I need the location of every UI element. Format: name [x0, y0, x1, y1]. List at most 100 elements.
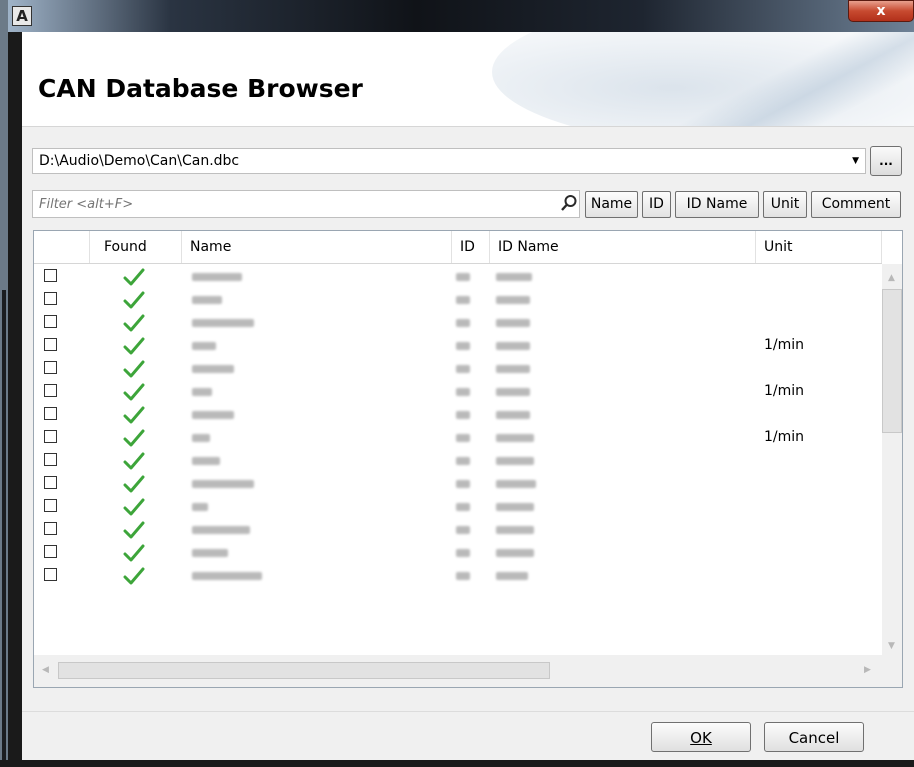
check-icon — [123, 452, 145, 470]
title-bar[interactable]: A x — [8, 0, 914, 32]
dialog-client: CAN Database Browser D:\Audio\Demo\Can\C… — [22, 32, 914, 760]
signal-id-redacted — [456, 319, 470, 327]
check-icon — [123, 498, 145, 516]
signal-id-redacted — [456, 365, 470, 373]
row-select-checkbox[interactable] — [44, 315, 57, 328]
row-select-checkbox[interactable] — [44, 338, 57, 351]
row-select-checkbox[interactable] — [44, 292, 57, 305]
row-select-checkbox[interactable] — [44, 269, 57, 282]
signal-id-redacted — [456, 457, 470, 465]
vertical-scroll-thumb[interactable] — [882, 289, 902, 433]
row-select-checkbox[interactable] — [44, 476, 57, 489]
signal-id-redacted — [456, 503, 470, 511]
table-row[interactable] — [34, 357, 882, 380]
table-row[interactable] — [34, 472, 882, 495]
check-icon — [123, 268, 145, 286]
table-row[interactable]: 1/min — [34, 426, 882, 449]
table-row[interactable]: 1/min — [34, 380, 882, 403]
dialog-title: CAN Database Browser — [38, 74, 363, 103]
signal-id-redacted — [456, 388, 470, 396]
column-header-unit[interactable]: Unit — [756, 231, 882, 263]
table-row[interactable] — [34, 311, 882, 334]
dialog-window: A x CAN Database Browser D:\Audio\Demo\C… — [0, 0, 914, 767]
scroll-up-icon[interactable]: ▲ — [888, 273, 895, 283]
signal-id-name-redacted — [496, 526, 534, 534]
row-select-checkbox[interactable] — [44, 407, 57, 420]
row-select-checkbox[interactable] — [44, 361, 57, 374]
browse-button[interactable]: ... — [870, 146, 902, 176]
table-row[interactable]: 1/min — [34, 334, 882, 357]
row-select-checkbox[interactable] — [44, 384, 57, 397]
signal-name-redacted — [192, 319, 254, 327]
signal-unit: 1/min — [764, 337, 805, 353]
signal-id-name-redacted — [496, 296, 530, 304]
row-select-checkbox[interactable] — [44, 568, 57, 581]
signal-name-redacted — [192, 296, 222, 304]
signal-id-name-redacted — [496, 342, 530, 350]
footer-separator — [22, 711, 914, 712]
scroll-left-icon[interactable]: ◀ — [42, 665, 49, 675]
check-icon — [123, 360, 145, 378]
signal-name-redacted — [192, 526, 250, 534]
row-select-checkbox[interactable] — [44, 453, 57, 466]
signal-name-redacted — [192, 388, 212, 396]
filter-id-name-button[interactable]: ID Name — [675, 191, 759, 218]
filter-id-button[interactable]: ID — [642, 191, 671, 218]
scroll-down-icon[interactable]: ▼ — [888, 641, 895, 651]
signal-id-redacted — [456, 434, 470, 442]
signal-id-redacted — [456, 572, 470, 580]
signal-unit: 1/min — [764, 429, 805, 445]
filter-input[interactable] — [32, 190, 580, 218]
file-path-combobox[interactable]: D:\Audio\Demo\Can\Can.dbc ▼ — [32, 148, 866, 174]
table-row[interactable] — [34, 265, 882, 288]
table-row[interactable] — [34, 288, 882, 311]
filter-comment-button[interactable]: Comment — [811, 191, 901, 218]
table-row[interactable] — [34, 403, 882, 426]
table-row[interactable] — [34, 495, 882, 518]
row-select-checkbox[interactable] — [44, 499, 57, 512]
dropdown-arrow-icon[interactable]: ▼ — [852, 149, 859, 173]
row-select-checkbox[interactable] — [44, 522, 57, 535]
column-header-select[interactable] — [34, 231, 90, 263]
signal-id-redacted — [456, 296, 470, 304]
check-icon — [123, 406, 145, 424]
file-path-value: D:\Audio\Demo\Can\Can.dbc — [39, 153, 240, 169]
row-select-checkbox[interactable] — [44, 545, 57, 558]
signal-id-redacted — [456, 342, 470, 350]
signal-name-redacted — [192, 457, 220, 465]
dialog-header: CAN Database Browser — [22, 32, 914, 127]
signal-name-redacted — [192, 365, 234, 373]
table-row[interactable] — [34, 541, 882, 564]
column-header-id[interactable]: ID — [452, 231, 490, 263]
search-icon[interactable] — [560, 194, 578, 212]
signal-name-redacted — [192, 342, 216, 350]
signal-id-name-redacted — [496, 480, 536, 488]
table-row[interactable] — [34, 564, 882, 587]
horizontal-scroll-thumb[interactable] — [58, 662, 550, 679]
column-header-id-name[interactable]: ID Name — [490, 231, 756, 263]
row-select-checkbox[interactable] — [44, 430, 57, 443]
signal-id-redacted — [456, 526, 470, 534]
signal-id-name-redacted — [496, 503, 534, 511]
signal-id-name-redacted — [496, 273, 532, 281]
signal-name-redacted — [192, 572, 262, 580]
signal-unit: 1/min — [764, 383, 805, 399]
check-icon — [123, 429, 145, 447]
cancel-button[interactable]: Cancel — [764, 722, 864, 752]
table-row[interactable] — [34, 449, 882, 472]
signal-id-name-redacted — [496, 434, 534, 442]
signal-id-name-redacted — [496, 319, 530, 327]
table-row[interactable] — [34, 518, 882, 541]
window-bottom-frame — [0, 760, 914, 767]
ok-button[interactable]: OK — [651, 722, 751, 752]
filter-unit-button[interactable]: Unit — [763, 191, 807, 218]
signal-name-redacted — [192, 480, 254, 488]
scroll-right-icon[interactable]: ▶ — [864, 665, 871, 675]
close-button[interactable]: x — [848, 0, 914, 22]
column-header-found[interactable]: Found — [90, 231, 182, 263]
filter-name-button[interactable]: Name — [585, 191, 638, 218]
check-icon — [123, 567, 145, 585]
column-header-name[interactable]: Name — [182, 231, 452, 263]
signal-id-name-redacted — [496, 388, 530, 396]
check-icon — [123, 383, 145, 401]
